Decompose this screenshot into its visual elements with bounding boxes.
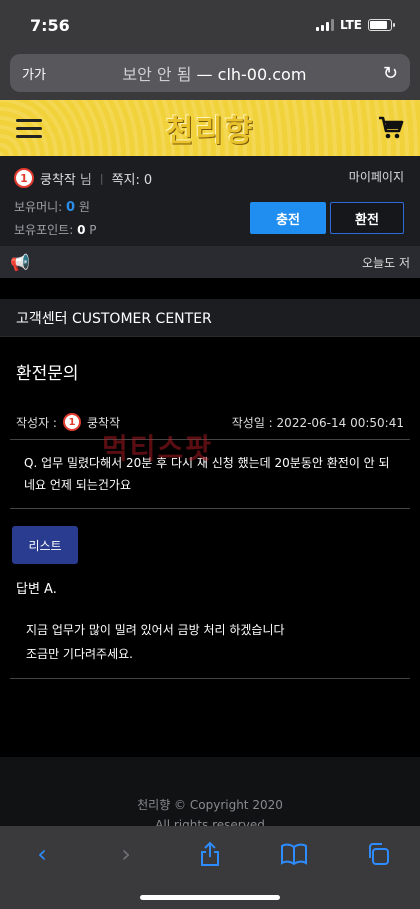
status-indicators: LTE <box>315 18 395 32</box>
battery-icon <box>368 19 395 31</box>
list-button[interactable]: 리스트 <box>12 526 78 564</box>
messages-count: 0 <box>143 172 153 188</box>
answer-line: 조금만 기다려주세요. <box>26 647 133 661</box>
section-title: 고객센터 CUSTOMER CENTER <box>0 299 420 337</box>
notice-text: 오늘도 저 <box>362 255 410 270</box>
post-content: 환전문의 작성자 : 1 쿵착작 작성일 : 2022-06-14 00:50:… <box>0 337 420 679</box>
user-info-row: 1 쿵착작 님 | 쪽지: 0 <box>14 168 404 188</box>
author-rank-badge-icon: 1 <box>62 413 81 431</box>
money-value: 0 <box>66 200 76 215</box>
divider: | <box>99 171 104 185</box>
tabs-icon[interactable] <box>358 840 398 868</box>
site-header: 천리향 <box>0 100 420 156</box>
charge-button[interactable]: 충전 <box>250 202 326 234</box>
answer-text: 지금 업무가 많이 밀려 있어서 금방 처리 하겠습니다 조금만 기다려주세요. <box>10 602 410 679</box>
points-unit: P <box>89 223 97 237</box>
author-label: 작성자 : <box>16 415 57 430</box>
user-panel: 1 쿵착작 님 | 쪽지: 0 마이페이지 보유머니: 0 원 보유포인트: 0 … <box>0 156 420 246</box>
messages-label: 쪽지: <box>111 172 140 188</box>
url-separator: — <box>191 65 218 84</box>
date-label: 작성일 : <box>231 415 273 430</box>
url-text[interactable]: 보안 안 됨 — clh-00.com <box>122 61 306 85</box>
notice-bar: 📢 오늘도 저 <box>0 246 420 278</box>
answer-label: 답변 A. <box>16 582 57 597</box>
date-value: 2022-06-14 00:50:41 <box>276 415 404 430</box>
text-size-button[interactable]: 가가 <box>22 64 46 83</box>
cart-icon[interactable] <box>378 115 404 141</box>
browser-address-area: 가가 보안 안 됨 — clh-00.com ↻ <box>0 50 420 100</box>
reload-icon[interactable]: ↻ <box>383 63 398 84</box>
forward-icon[interactable]: › <box>106 840 146 868</box>
site-logo[interactable]: 천리향 <box>166 106 255 150</box>
user-name: 쿵착작 <box>40 172 76 188</box>
post-title: 환전문의 <box>16 364 79 384</box>
spacer <box>0 278 420 299</box>
watermark: 먹티스팟 <box>102 432 214 465</box>
home-indicator <box>140 895 280 900</box>
megaphone-icon: 📢 <box>10 252 30 272</box>
points-value: 0 <box>77 223 86 237</box>
back-icon[interactable]: ‹ <box>22 840 62 868</box>
rank-badge-icon: 1 <box>14 168 34 188</box>
url-domain: clh-00.com <box>217 65 307 84</box>
menu-icon[interactable] <box>16 118 42 138</box>
carrier-label: LTE <box>339 18 362 32</box>
insecure-label: 보안 안 됨 <box>122 65 192 84</box>
money-unit: 원 <box>78 200 90 214</box>
points-label: 보유포인트: <box>14 223 74 237</box>
footer-copyright: 천리향 © Copyright 2020 <box>137 798 283 812</box>
share-icon[interactable] <box>190 840 230 868</box>
mypage-link[interactable]: 마이페이지 <box>349 168 404 185</box>
address-bar[interactable]: 가가 보안 안 됨 — clh-00.com ↻ <box>10 54 410 92</box>
money-label: 보유머니: <box>14 200 63 214</box>
user-honorific: 님 <box>79 172 92 188</box>
answer-line: 지금 업무가 많이 밀려 있어서 금방 처리 하겠습니다 <box>26 623 285 637</box>
exchange-button[interactable]: 환전 <box>330 202 404 234</box>
site-footer: 천리향 © Copyright 2020 All rights reserved <box>0 757 420 832</box>
bookmarks-icon[interactable] <box>274 840 314 868</box>
status-bar: 7:56 LTE <box>0 0 420 50</box>
messages-link[interactable]: 쪽지: 0 <box>112 169 153 188</box>
status-time: 7:56 <box>30 15 70 35</box>
signal-icon <box>315 19 334 31</box>
post-date: 작성일 : 2022-06-14 00:50:41 <box>232 414 404 431</box>
